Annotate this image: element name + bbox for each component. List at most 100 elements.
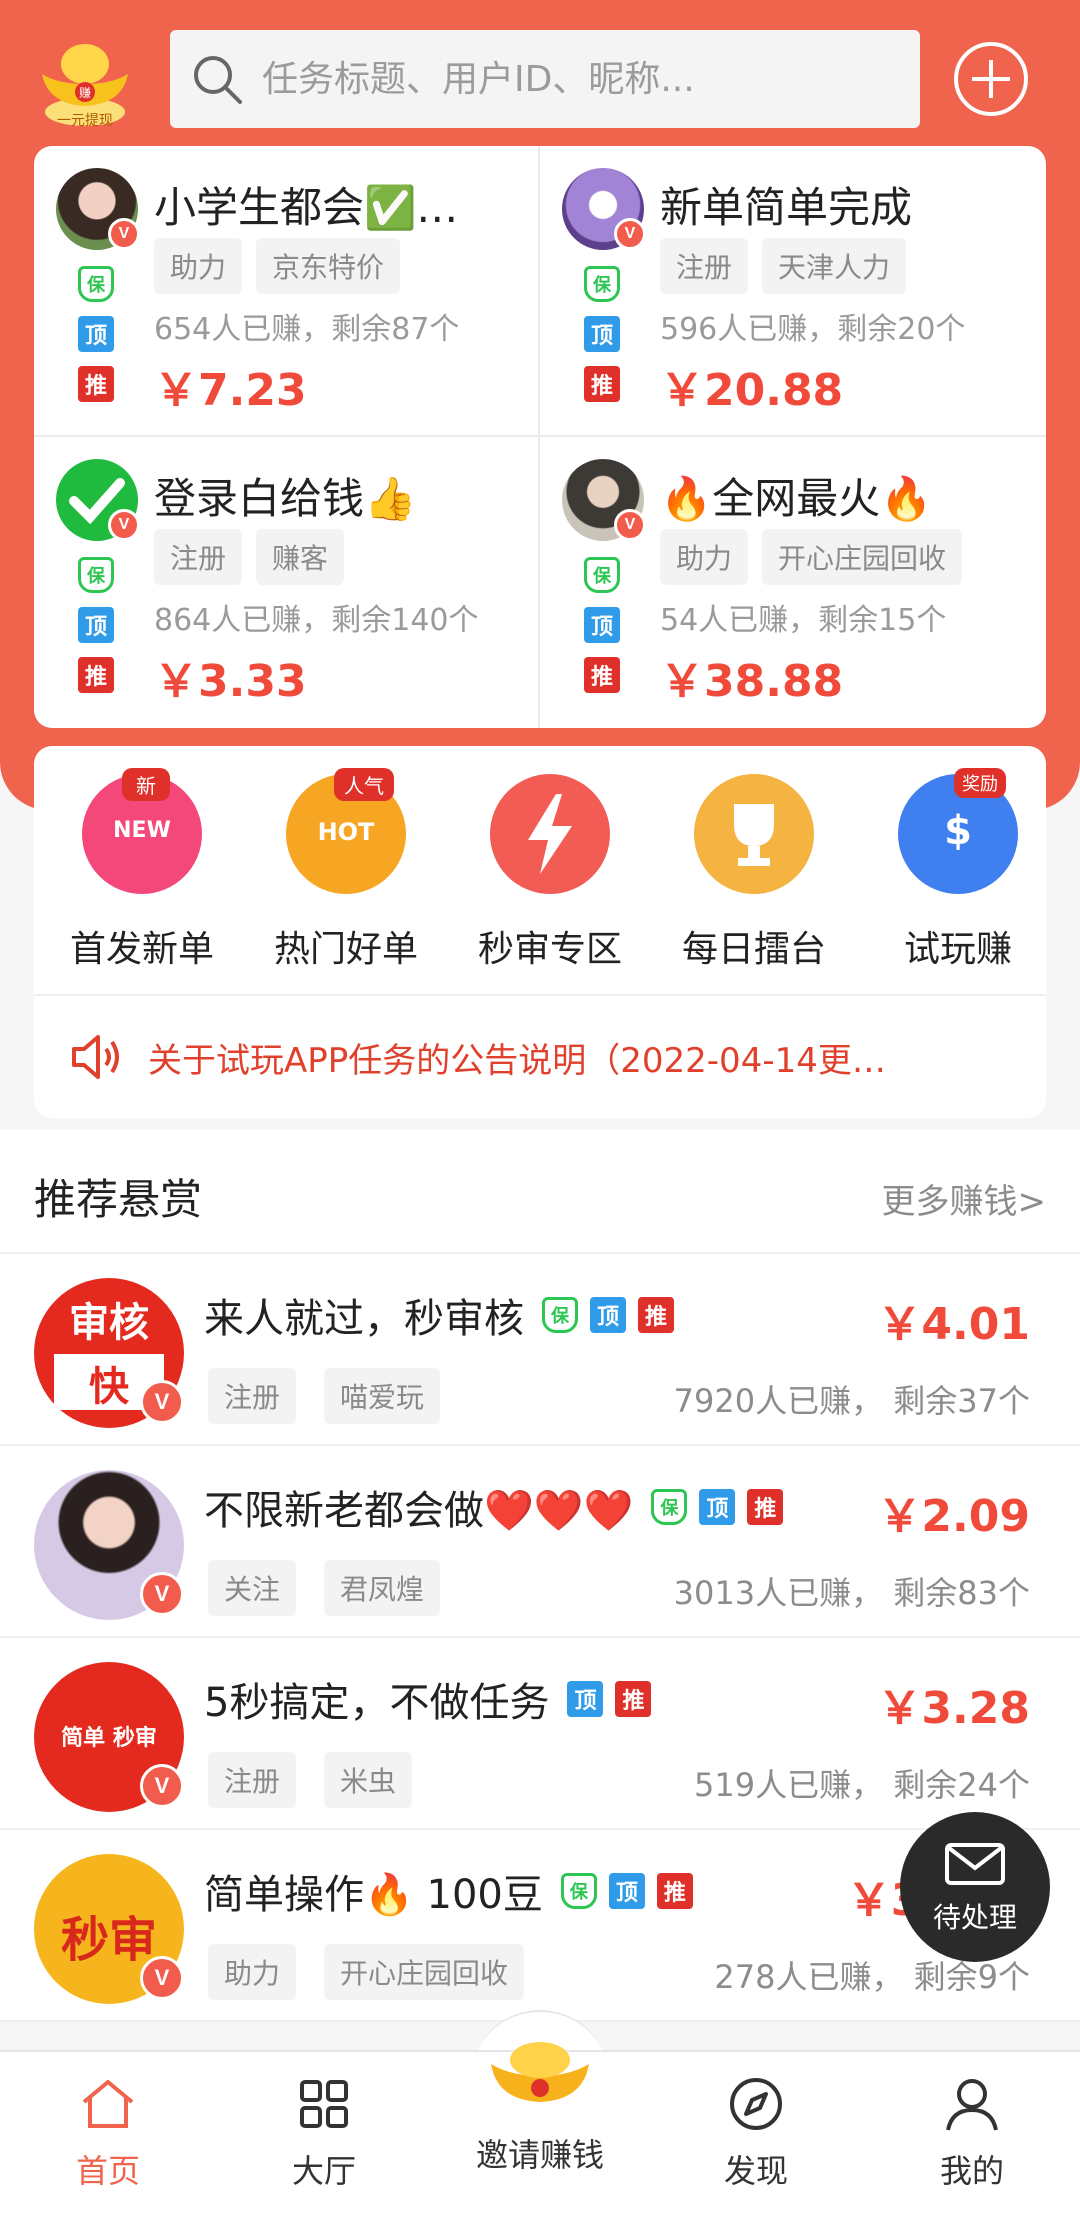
task-title: 不限新老都会做❤️❤️❤️ xyxy=(204,1488,634,1534)
svg-text:赚: 赚 xyxy=(79,85,91,100)
task-type-tag: 关注 xyxy=(208,1560,297,1616)
task-stats: 3013人已赚， 剩余83个 xyxy=(673,1574,1030,1612)
featured-task-card[interactable]: V 保 顶 推 🔥全网最火🔥 助力 开心庄园回收 54人已赚，剩余15个 ￥38… xyxy=(540,437,1046,728)
task-title: 新单简单完成 xyxy=(660,183,913,232)
search-input[interactable] xyxy=(262,58,902,100)
task-stats: 654人已赚，剩余87个 xyxy=(154,312,460,347)
task-title: 来人就过，秒审核 xyxy=(204,1296,524,1342)
task-row[interactable]: 审核 快 V 来人就过，秒审核 保 顶 推 ￥4.01 注册 喵爱玩 7920人… xyxy=(0,1254,1080,1446)
verified-badge: V xyxy=(108,509,140,541)
task-source-tag: 米虫 xyxy=(324,1752,413,1808)
task-price: ￥4.01 xyxy=(877,1299,1030,1350)
task-source-tag: 喵爱玩 xyxy=(324,1368,441,1424)
guarantee-badge: 保 xyxy=(560,1873,597,1909)
featured-task-card[interactable]: V 保 顶 推 新单简单完成 注册 天津人力 596人已赚，剩余20个 ￥20.… xyxy=(540,146,1046,437)
top-badge: 顶 xyxy=(590,1297,626,1333)
verified-badge: V xyxy=(140,1956,184,2000)
gold-ingot-icon xyxy=(491,2042,589,2102)
guarantee-badge: 保 xyxy=(584,266,620,302)
announcement-bar[interactable]: 关于试玩APP任务的公告说明（2022-04-14更… xyxy=(34,994,1046,1118)
task-source-tag: 君凤煌 xyxy=(324,1560,441,1616)
logo-text: 一元提现 xyxy=(57,113,113,129)
guarantee-badge: 保 xyxy=(78,266,114,302)
task-title: 简单操作🔥 100豆 xyxy=(204,1872,543,1918)
tab-home[interactable]: 首页 xyxy=(18,2074,198,2192)
section-title: 推荐悬赏 xyxy=(34,1175,203,1224)
top-badge: 顶 xyxy=(584,607,620,643)
recommend-badge: 推 xyxy=(638,1297,674,1333)
task-type-tag: 助力 xyxy=(208,1944,297,2000)
hot-icon: HOT 人气 xyxy=(286,768,406,894)
user-icon xyxy=(946,2079,998,2131)
recommend-badge: 推 xyxy=(615,1681,652,1717)
featured-task-card[interactable]: V 保 顶 推 登录白给钱👍 注册 赚客 864人已赚，剩余140个 ￥3.33 xyxy=(34,437,540,728)
recommend-badge: 推 xyxy=(584,366,620,402)
recommend-header: 推荐悬赏 更多赚钱> xyxy=(0,1130,1080,1254)
featured-tasks-grid: V 保 顶 推 小学生都会✅… 助力 京东特价 654人已赚，剩余87个 ￥7.… xyxy=(34,146,1046,728)
tab-hall[interactable]: 大厅 xyxy=(234,2074,414,2192)
task-price: ￥7.23 xyxy=(154,365,307,416)
tab-label: 发现 xyxy=(723,2152,788,2190)
task-title: 登录白给钱👍 xyxy=(154,474,417,523)
task-stats: 596人已赚，剩余20个 xyxy=(660,312,966,347)
search-icon xyxy=(194,56,242,104)
task-type-tag: 注册 xyxy=(154,529,243,585)
tab-discover[interactable]: 发现 xyxy=(666,2074,846,2192)
tab-mine[interactable]: 我的 xyxy=(882,2074,1062,2192)
task-price: ￥38.88 xyxy=(660,656,844,707)
task-stats: 864人已赚，剩余140个 xyxy=(154,603,479,638)
compass-icon xyxy=(730,2078,782,2130)
new-icon: NEW 新 xyxy=(82,768,202,894)
featured-task-card[interactable]: V 保 顶 推 小学生都会✅… 助力 京东特价 654人已赚，剩余87个 ￥7.… xyxy=(34,146,540,437)
tab-label: 首页 xyxy=(75,2152,140,2190)
task-source-tag: 天津人力 xyxy=(762,238,907,294)
category-label: 试玩赚 xyxy=(903,929,1012,970)
task-stats: 519人已赚， 剩余24个 xyxy=(694,1766,1030,1804)
verified-badge: V xyxy=(140,1380,184,1424)
home-icon xyxy=(82,2080,134,2128)
search-bar[interactable] xyxy=(170,30,920,128)
task-source-tag: 开心庄园回收 xyxy=(762,529,963,585)
task-row[interactable]: V 不限新老都会做❤️❤️❤️ 保 顶 推 ￥2.09 关注 君凤煌 3013人… xyxy=(0,1446,1080,1638)
recommend-badge: 推 xyxy=(656,1873,693,1909)
verified-badge: V xyxy=(614,509,646,541)
category-fast-review[interactable]: 秒审专区 xyxy=(450,774,650,972)
task-type-tag: 助力 xyxy=(154,238,243,294)
add-task-button[interactable] xyxy=(954,42,1028,116)
task-type-tag: 注册 xyxy=(660,238,749,294)
guarantee-badge: 保 xyxy=(78,557,114,593)
more-link[interactable]: 更多赚钱> xyxy=(882,1174,1047,1223)
app-logo[interactable]: 赚 一元提现 xyxy=(32,34,138,134)
task-stats: 54人已赚，剩余15个 xyxy=(660,603,947,638)
category-label: 秒审专区 xyxy=(477,929,622,970)
recommend-badge: 推 xyxy=(78,657,114,693)
guarantee-badge: 保 xyxy=(651,1489,688,1525)
task-type-tag: 助力 xyxy=(660,529,749,585)
category-daily-arena[interactable]: 每日擂台 xyxy=(654,774,854,972)
trophy-icon xyxy=(694,774,814,894)
pending-label: 待处理 xyxy=(932,1901,1017,1934)
task-price: ￥20.88 xyxy=(660,365,844,416)
category-trial-earn[interactable]: $ 奖励 试玩赚 xyxy=(858,768,1046,972)
task-stats: 7920人已赚， 剩余37个 xyxy=(673,1382,1030,1420)
category-hot-orders[interactable]: HOT 人气 热门好单 xyxy=(246,768,446,972)
task-type-tag: 注册 xyxy=(208,1368,297,1424)
task-price: ￥3.33 xyxy=(154,656,307,707)
task-price: ￥2.09 xyxy=(877,1491,1030,1542)
task-title: 5秒搞定，不做任务 xyxy=(204,1680,550,1726)
task-price: ￥3.28 xyxy=(877,1683,1030,1734)
category-label: 热门好单 xyxy=(273,929,418,970)
announcement-text: 关于试玩APP任务的公告说明（2022-04-14更… xyxy=(148,1040,886,1081)
tab-invite[interactable]: 邀请赚钱 xyxy=(450,2034,630,2176)
category-new-orders[interactable]: NEW 新 首发新单 xyxy=(42,768,242,972)
tab-label: 邀请赚钱 xyxy=(475,2136,604,2174)
top-badge: 顶 xyxy=(584,316,620,352)
top-badge: 顶 xyxy=(78,316,114,352)
category-label: 首发新单 xyxy=(69,929,214,970)
task-row[interactable]: 简单 秒审 V 5秒搞定，不做任务 顶 推 ￥3.28 注册 米虫 519人已赚… xyxy=(0,1638,1080,1830)
pending-tasks-button[interactable]: 待处理 xyxy=(900,1812,1050,1962)
money-bag-icon: $ 奖励 xyxy=(898,768,1018,894)
verified-badge: V xyxy=(614,218,646,250)
recommend-badge: 推 xyxy=(747,1489,784,1525)
category-card: NEW 新 首发新单 HOT 人气 热门好单 秒审专区 每日擂台 $ 奖励 试玩… xyxy=(34,746,1046,1118)
